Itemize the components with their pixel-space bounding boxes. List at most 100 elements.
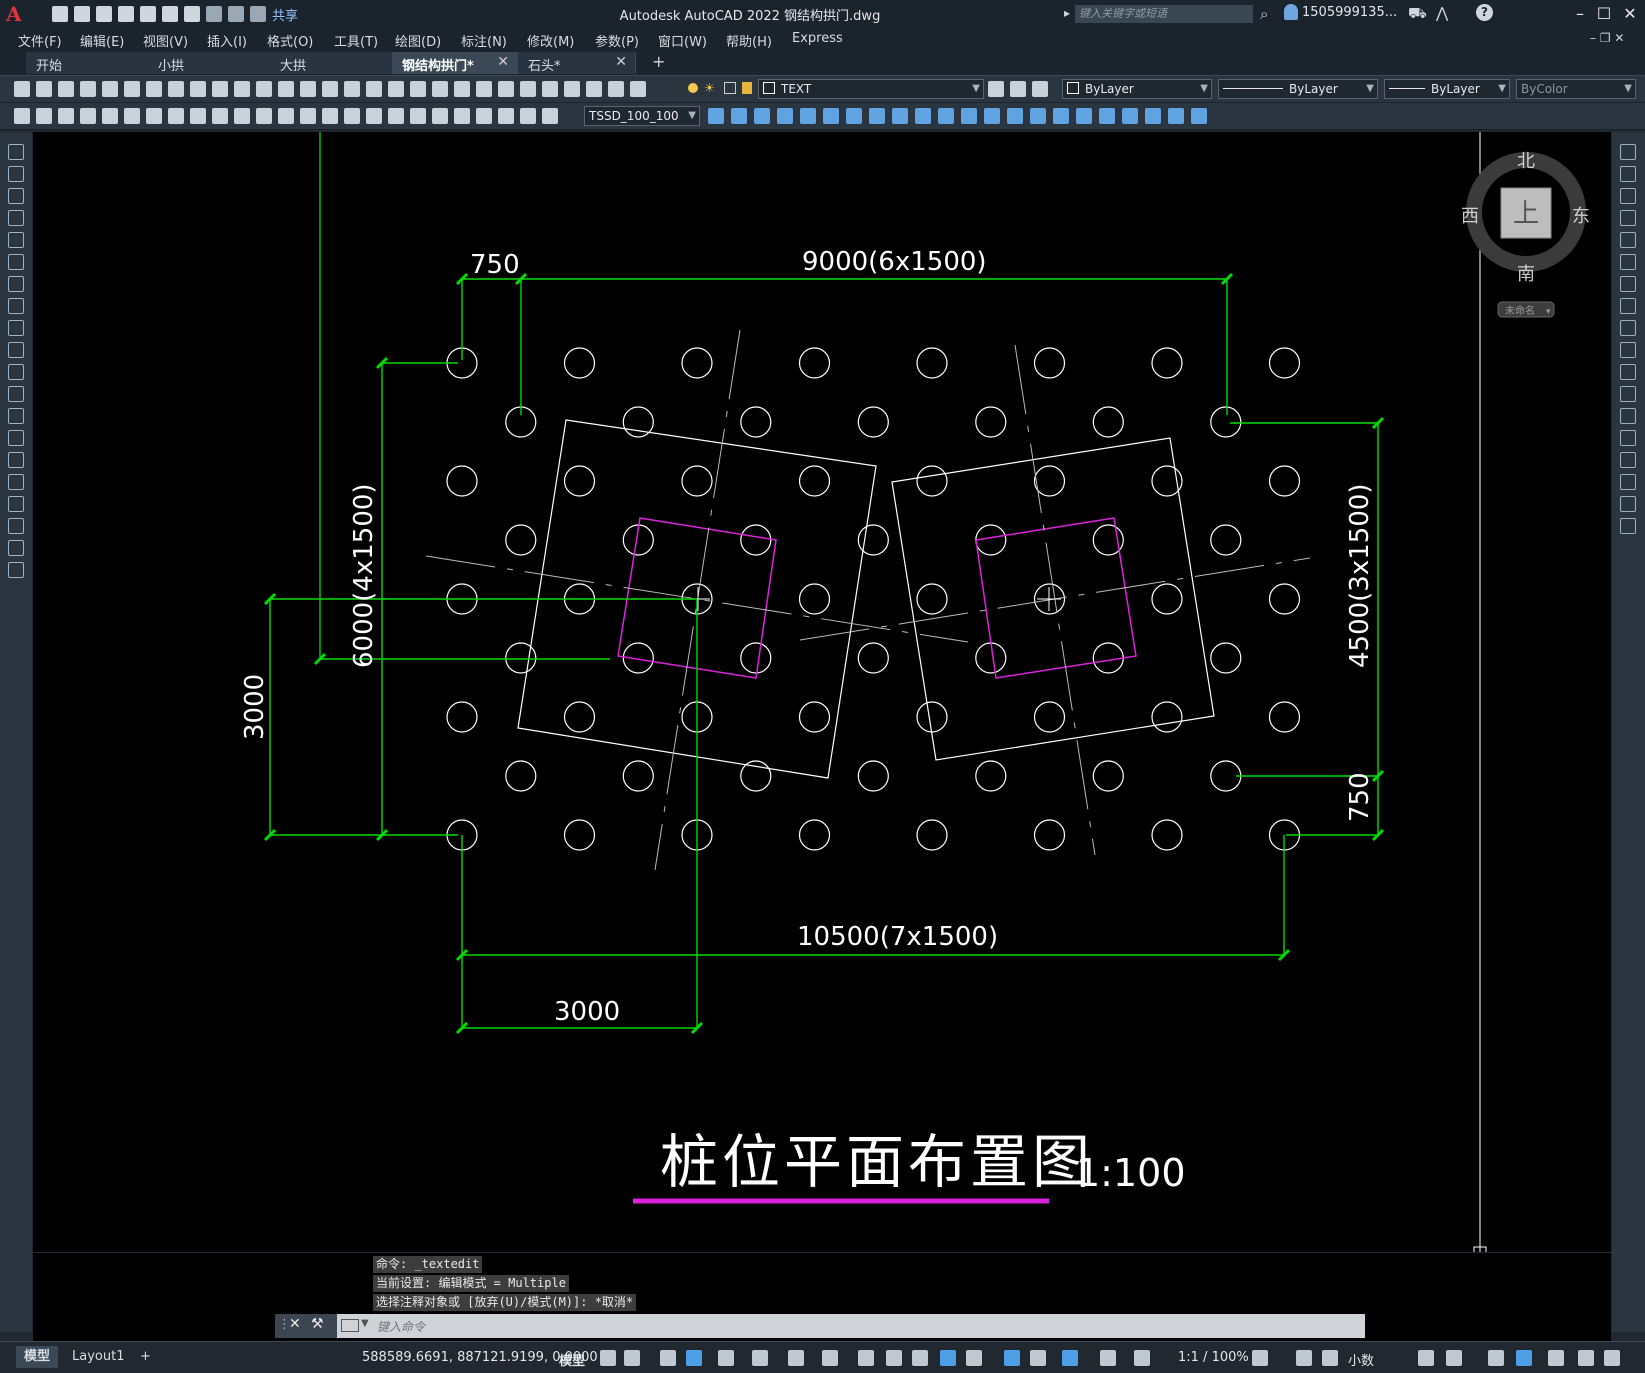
dim-left-mid[interactable]: 6000(4x1500): [349, 483, 379, 668]
status-end-icon-4[interactable]: [1516, 1350, 1532, 1366]
pile-circle[interactable]: [563, 347, 596, 379]
draw-tool-icon-17[interactable]: [8, 496, 24, 512]
pile-circle[interactable]: [563, 701, 596, 733]
pile-circle[interactable]: [1268, 465, 1301, 497]
pile-circle[interactable]: [857, 406, 889, 438]
standard-tool-icon-3[interactable]: [58, 81, 74, 97]
pile-circle[interactable]: [857, 642, 889, 674]
modify-tool-icon-17[interactable]: [1620, 496, 1636, 512]
pile-circle[interactable]: [446, 465, 478, 497]
dimension-tool-icon-21[interactable]: [454, 108, 470, 124]
pile-circle[interactable]: [1092, 760, 1124, 792]
dimension-tool-icon-24[interactable]: [520, 108, 536, 124]
command-input[interactable]: [375, 1317, 1399, 1337]
tab-steel-arch[interactable]: 钢结构拱门* ✕: [392, 52, 518, 74]
draw-tool-icon-8[interactable]: [8, 298, 24, 314]
units-selector[interactable]: 小数: [1348, 1350, 1374, 1369]
modify-tool-icon-5[interactable]: [800, 108, 816, 124]
customize-dropdown-icon[interactable]: [250, 6, 266, 22]
standard-tool-icon-14[interactable]: [300, 81, 316, 97]
menu-help[interactable]: 帮助(H): [726, 31, 772, 50]
standard-tool-icon-22[interactable]: [476, 81, 492, 97]
pile-circle[interactable]: [1151, 819, 1183, 851]
status-toggle-icon-12[interactable]: [940, 1350, 956, 1366]
standard-tool-icon-1[interactable]: [14, 81, 30, 97]
standard-tool-icon-12[interactable]: [256, 81, 272, 97]
help-icon[interactable]: ?: [1476, 4, 1493, 21]
close-tab-icon[interactable]: ✕: [497, 54, 509, 70]
pile-circle[interactable]: [563, 465, 596, 497]
status-toggle-icon-6[interactable]: [752, 1350, 768, 1366]
standard-tool-icon-6[interactable]: [124, 81, 140, 97]
pile-circle[interactable]: [1033, 465, 1066, 497]
draw-tool-icon-19[interactable]: [8, 540, 24, 556]
dimension-tool-icon-6[interactable]: [124, 108, 140, 124]
viewcube-north[interactable]: 北: [1517, 151, 1535, 172]
modify-tool-icon-1[interactable]: [708, 108, 724, 124]
dimension-tool-icon-23[interactable]: [498, 108, 514, 124]
modify-tool-icon-11[interactable]: [938, 108, 954, 124]
draw-tool-icon-1[interactable]: [8, 144, 24, 160]
status-toggle-icon-5[interactable]: [718, 1350, 734, 1366]
dimension-tool-icon-7[interactable]: [146, 108, 162, 124]
dim-right-main[interactable]: 4500(3x1500): [1345, 483, 1375, 668]
modify-tool-icon-13[interactable]: [1620, 408, 1636, 424]
layer-unlock-icon[interactable]: [742, 82, 752, 94]
modify-tool-icon-2[interactable]: [1620, 166, 1636, 182]
chevron-right-icon[interactable]: ▸: [1064, 6, 1070, 20]
layer-combo[interactable]: TEXT ▼: [758, 79, 984, 99]
dimension-tool-icon-19[interactable]: [410, 108, 426, 124]
modify-tool-icon-13[interactable]: [984, 108, 1000, 124]
draw-tool-icon-18[interactable]: [8, 518, 24, 534]
standard-tool-icon-10[interactable]: [212, 81, 228, 97]
doc-window-controls[interactable]: – ❐ ✕: [1590, 31, 1624, 45]
pile-circle[interactable]: [1033, 819, 1066, 851]
modify-tool-icon-14[interactable]: [1620, 430, 1636, 446]
user-name[interactable]: 1505999135...: [1302, 5, 1397, 20]
standard-tool-icon-8[interactable]: [168, 81, 184, 97]
modify-tool-icon-9[interactable]: [892, 108, 908, 124]
pile-circle[interactable]: [740, 406, 772, 438]
standard-tool-icon-20[interactable]: [432, 81, 448, 97]
status-toggle-icon-15[interactable]: [1030, 1350, 1046, 1366]
standard-tool-icon-2[interactable]: [36, 81, 52, 97]
pile-circle[interactable]: [1210, 642, 1242, 674]
pile-circle[interactable]: [740, 524, 772, 556]
modify-tool-icon-16[interactable]: [1620, 474, 1636, 490]
status-tool-icon-1[interactable]: [1252, 1350, 1268, 1366]
annotation-scale[interactable]: 1:1 / 100%: [1178, 1350, 1249, 1365]
pile-circle[interactable]: [798, 465, 831, 497]
pile-circle[interactable]: [916, 701, 948, 733]
make-current-layer-icon[interactable]: [988, 81, 1004, 97]
modify-tool-icon-20[interactable]: [1145, 108, 1161, 124]
status-toggle-icon-2[interactable]: [624, 1350, 640, 1366]
pile-circle[interactable]: [975, 406, 1007, 438]
dimstyle-combo[interactable]: TSSD_100_100 ▼: [584, 106, 700, 126]
plotstyle-combo[interactable]: ByColor ▼: [1516, 79, 1636, 99]
dimension-tool-icon-15[interactable]: [322, 108, 338, 124]
menu-insert[interactable]: 插入(I): [207, 31, 247, 50]
dimension-tool-icon-14[interactable]: [300, 108, 316, 124]
pile-circle[interactable]: [916, 347, 948, 379]
status-toggle-icon-8[interactable]: [822, 1350, 838, 1366]
pile-circle[interactable]: [798, 819, 831, 851]
pile-circle[interactable]: [681, 465, 713, 497]
drawing-title[interactable]: 桩位平面布置图: [660, 1128, 1094, 1196]
pile-circle[interactable]: [1268, 347, 1301, 379]
status-toggle-icon-4[interactable]: [686, 1350, 702, 1366]
model-tab[interactable]: 模型: [16, 1346, 59, 1368]
pile-circle[interactable]: [1033, 347, 1066, 379]
standard-tool-icon-26[interactable]: [564, 81, 580, 97]
pile-circle[interactable]: [798, 701, 831, 733]
modify-tool-icon-3[interactable]: [1620, 188, 1636, 204]
menu-express[interactable]: Express: [792, 31, 843, 46]
pile-circle[interactable]: [857, 760, 889, 792]
standard-tool-icon-29[interactable]: [630, 81, 646, 97]
dim-right-small[interactable]: 750: [1345, 772, 1375, 822]
layer-vp-icon[interactable]: [724, 82, 736, 94]
modify-tool-icon-15[interactable]: [1620, 452, 1636, 468]
status-toggle-icon-11[interactable]: [912, 1350, 928, 1366]
draw-tool-icon-6[interactable]: [8, 254, 24, 270]
modify-tool-icon-5[interactable]: [1620, 232, 1636, 248]
status-end-icon-6[interactable]: [1578, 1350, 1594, 1366]
